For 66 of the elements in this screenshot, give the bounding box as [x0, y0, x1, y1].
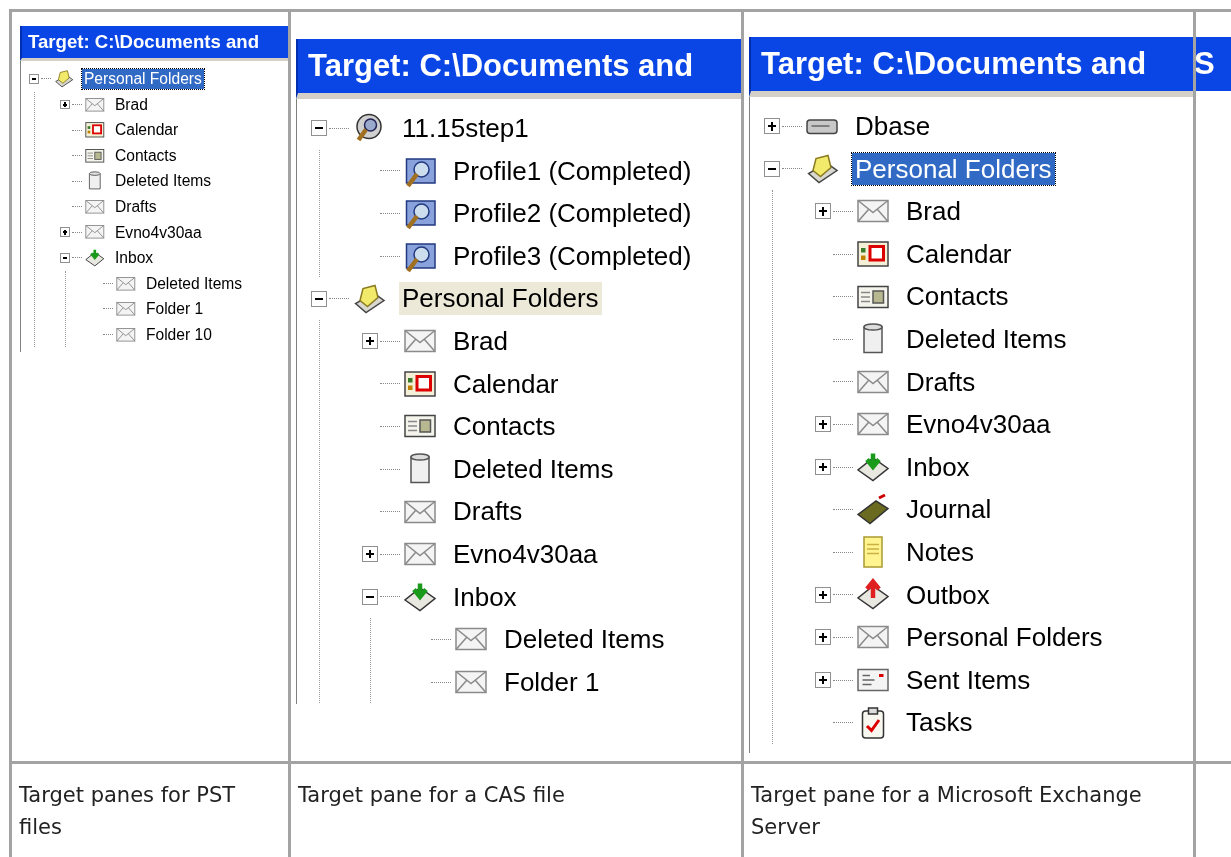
tree-item[interactable]: Dbase: [852, 110, 934, 143]
caption-text: Target pane for a CAS file: [297, 782, 566, 809]
expand-toggle[interactable]: [815, 629, 831, 646]
expand-toggle[interactable]: [362, 588, 378, 605]
tree-item[interactable]: Folder 10: [144, 324, 214, 345]
tree-item[interactable]: Drafts: [903, 365, 979, 399]
expand-toggle[interactable]: [815, 459, 831, 476]
folder-stack-icon: [53, 68, 75, 90]
tree-item[interactable]: Tasks: [903, 706, 976, 739]
expand-toggle[interactable]: [60, 99, 70, 110]
tree-item[interactable]: Evno4v30aa: [113, 222, 204, 242]
tree-item[interactable]: Calendar: [903, 237, 1015, 271]
tree-item[interactable]: Profile1 (Completed): [450, 154, 695, 188]
tree-item[interactable]: Profile2 (Completed): [450, 197, 695, 230]
tree-item[interactable]: Profile3 (Completed): [450, 239, 695, 273]
expand-toggle[interactable]: [764, 118, 780, 135]
book-down-arrow-icon: [84, 247, 106, 269]
tree-item[interactable]: Evno4v30aa: [903, 408, 1054, 441]
tree-item[interactable]: Outbox: [903, 578, 993, 612]
expand-toggle[interactable]: [764, 160, 780, 177]
tree-item[interactable]: Contacts: [903, 280, 1012, 313]
tree-item[interactable]: Calendar: [450, 367, 562, 401]
tree-item[interactable]: Contacts: [113, 145, 179, 166]
expand-toggle[interactable]: [815, 672, 831, 688]
tree-item[interactable]: Brad: [113, 94, 150, 115]
tree-item[interactable]: Brad: [450, 325, 511, 358]
tree-item[interactable]: Folder 1: [144, 299, 205, 319]
caption-text: Target pane for a Microsoft Exchange Server: [750, 782, 1143, 841]
tree-item[interactable]: Brad: [903, 195, 964, 228]
tree-item[interactable]: Deleted Items: [144, 273, 244, 294]
pane-title-bar: Target: C:\Documents and: [20, 26, 288, 62]
caption-text: Target panes for PST files: [18, 782, 237, 841]
tree-item[interactable]: Personal Folders: [903, 621, 1106, 654]
tree-item[interactable]: Deleted Items: [501, 623, 668, 656]
pane-title-bar: Target: C:\Documents and: [749, 37, 1193, 97]
expand-toggle[interactable]: [362, 546, 378, 563]
tree-item[interactable]: Inbox: [113, 248, 155, 268]
expand-toggle[interactable]: [29, 74, 39, 84]
tree-item[interactable]: Personal Folders: [82, 69, 204, 89]
expand-toggle[interactable]: [311, 290, 327, 307]
tree-item[interactable]: Deleted Items: [113, 171, 213, 191]
tree-item[interactable]: 11.15step1: [399, 112, 532, 145]
expand-toggle[interactable]: [362, 333, 378, 350]
expand-toggle[interactable]: [815, 203, 831, 220]
tree-item[interactable]: Sent Items: [903, 663, 1034, 697]
pane-title-bar: Target: C:\Documents and: [296, 39, 741, 99]
expand-toggle[interactable]: [815, 586, 831, 603]
tree-item[interactable]: Drafts: [450, 495, 526, 528]
tree-item[interactable]: Notes: [903, 536, 977, 569]
tree-item[interactable]: Journal: [903, 493, 995, 526]
tree-item[interactable]: Deleted Items: [450, 452, 617, 486]
tree-item[interactable]: Inbox: [450, 580, 520, 614]
tree-item[interactable]: Deleted Items: [903, 323, 1070, 356]
expand-toggle[interactable]: [60, 253, 70, 263]
tree-item[interactable]: Drafts: [113, 196, 159, 217]
tree-item[interactable]: Contacts: [450, 410, 559, 443]
tree-item[interactable]: Personal Folders: [852, 152, 1055, 186]
tree-item[interactable]: Personal Folders: [399, 282, 602, 315]
expand-toggle[interactable]: [815, 416, 831, 433]
tree-item[interactable]: Calendar: [113, 120, 181, 140]
expand-toggle[interactable]: [60, 227, 70, 238]
expand-toggle[interactable]: [311, 120, 327, 137]
tree-item[interactable]: Folder 1: [501, 665, 603, 699]
tree-item[interactable]: Inbox: [903, 450, 973, 484]
calendar-icon: [84, 119, 106, 141]
tree-item[interactable]: Evno4v30aa: [450, 538, 601, 571]
